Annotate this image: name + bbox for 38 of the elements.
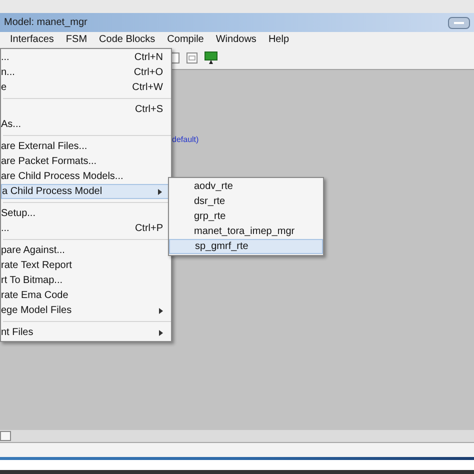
menu-entry[interactable]: rate Ema Code	[1, 288, 171, 303]
monitor-icon[interactable]	[204, 51, 218, 65]
menu-entry[interactable]: are Packet Formats...	[1, 154, 171, 169]
minimize-button[interactable]	[448, 16, 470, 28]
menu-entry[interactable]: are External Files...	[1, 139, 171, 154]
menu-entry[interactable]: are Child Process Models...	[1, 169, 171, 184]
submenu-entry[interactable]: dsr_rte	[169, 194, 323, 209]
canvas-label: default)	[172, 134, 199, 146]
scroll-bar[interactable]	[0, 430, 474, 442]
menu-item[interactable]: Compile	[166, 32, 205, 47]
menu-entry[interactable]: rate Text Report	[1, 258, 171, 273]
menu-entry[interactable]: ... Ctrl+P	[1, 221, 171, 236]
scroll-thumb[interactable]	[0, 431, 11, 441]
menu-item[interactable]: Code Blocks	[98, 32, 156, 47]
submenu-entry[interactable]: grp_rte	[169, 209, 323, 224]
submenu-arrow-icon	[159, 330, 163, 336]
menu-item[interactable]: Interfaces	[9, 32, 55, 47]
menu-entry[interactable]: ege Model Files	[1, 303, 171, 318]
window-title: Model: manet_mgr	[4, 16, 88, 30]
menu-entry[interactable]: e Ctrl+W	[1, 80, 171, 95]
menu-entry[interactable]: Setup...	[1, 206, 171, 221]
menu-entry[interactable]: n... Ctrl+O	[1, 65, 171, 80]
menu-item[interactable]: FSM	[64, 32, 88, 47]
menu-entry[interactable]: pare Against...	[1, 243, 171, 258]
document-icon[interactable]	[186, 52, 198, 64]
submenu-entry[interactable]: aodv_rte	[169, 179, 323, 194]
menu-item[interactable]: Help	[267, 32, 290, 47]
menu-item[interactable]: Windows	[214, 32, 258, 47]
submenu-entry[interactable]: manet_tora_imep_mgr	[169, 224, 323, 239]
menu-entry[interactable]: Ctrl+S	[1, 102, 171, 117]
menu-entry[interactable]: ... Ctrl+N	[1, 50, 171, 65]
menu-entry[interactable]: nt Files	[1, 325, 171, 340]
submenu-entry[interactable]: sp_gmrf_rte	[169, 239, 323, 254]
submenu-arrow-icon	[158, 188, 162, 194]
menu-entry[interactable]: rt To Bitmap...	[1, 273, 171, 288]
submenu-arrow-icon	[159, 308, 163, 314]
menu-entry[interactable]: As...	[1, 117, 171, 132]
menu-entry[interactable]: a Child Process Model	[1, 184, 171, 199]
